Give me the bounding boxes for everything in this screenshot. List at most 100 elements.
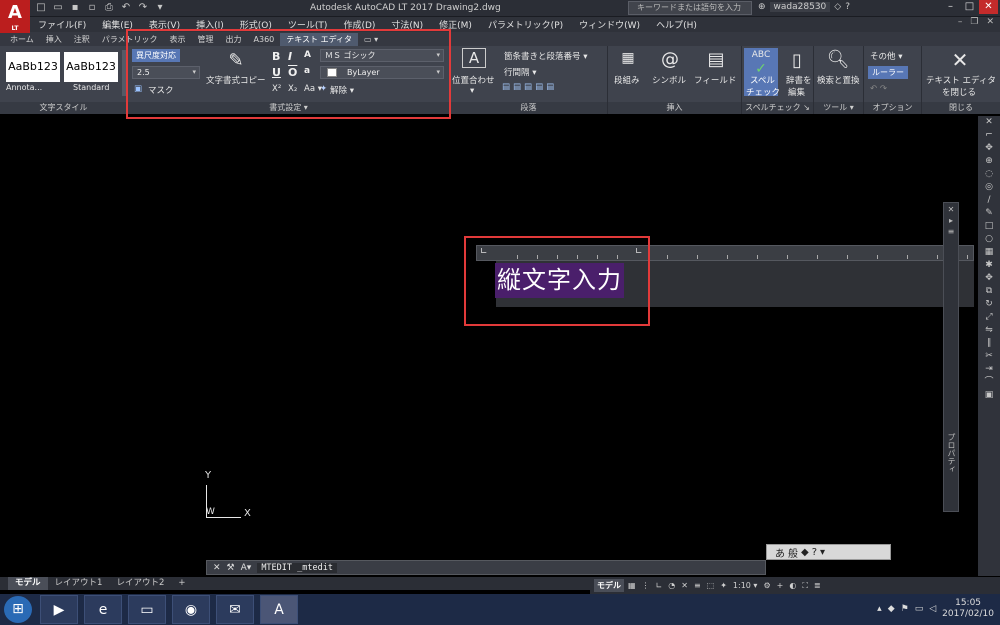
- superscript-button[interactable]: X²: [272, 84, 281, 94]
- maximize-icon[interactable]: □: [960, 0, 979, 14]
- ortho-icon[interactable]: ∟: [654, 581, 665, 590]
- more-options-button[interactable]: その他 ▾: [870, 50, 902, 62]
- columns-button[interactable]: 段組み: [614, 74, 640, 86]
- tab-insert[interactable]: 挿入: [40, 33, 68, 46]
- nav-arrow-icon[interactable]: ⌐: [978, 129, 1000, 142]
- tab-home[interactable]: ホーム: [4, 33, 40, 46]
- ime-help-icon[interactable]: ?: [812, 547, 817, 558]
- ime-tool-icon[interactable]: ◆: [801, 547, 809, 558]
- columns-icon[interactable]: ▦: [616, 50, 640, 66]
- alignment-buttons-icon[interactable]: ▤▤▤▤▤: [502, 82, 557, 92]
- close-editor-icon[interactable]: ✕: [948, 48, 972, 72]
- match-format-label[interactable]: 文字書式コピー: [206, 74, 266, 86]
- command-input[interactable]: MTEDIT _mtedit: [257, 562, 337, 573]
- search-input[interactable]: キーワードまたは語句を入力: [628, 1, 752, 15]
- clock[interactable]: 15:05 2017/02/10: [942, 598, 994, 620]
- layout-tab-2[interactable]: レイアウト2: [109, 577, 171, 590]
- print-icon[interactable]: ⎙: [102, 2, 116, 14]
- doc-minimize-icon[interactable]: –: [954, 17, 967, 27]
- tab-annotate[interactable]: 注釈: [68, 33, 96, 46]
- tab-text-editor[interactable]: テキスト エディタ: [280, 33, 359, 46]
- menu-view[interactable]: 表示(V): [141, 18, 188, 31]
- ime-mode-icon[interactable]: あ: [775, 545, 785, 560]
- layout-tab-model[interactable]: モデル: [8, 577, 48, 590]
- close-window-icon[interactable]: ✕: [979, 0, 998, 14]
- strikethrough-icon[interactable]: A: [304, 50, 311, 60]
- dictionary-label-2[interactable]: 編集: [788, 86, 805, 98]
- tray-network-icon[interactable]: ▭: [915, 604, 924, 614]
- bold-button[interactable]: B: [272, 50, 280, 63]
- nav-trim-icon[interactable]: ✂: [978, 350, 1000, 363]
- qat-dropdown-icon[interactable]: ▾: [153, 2, 167, 14]
- menu-format[interactable]: 形式(O): [232, 18, 280, 31]
- tab-more[interactable]: ▭ ▾: [358, 33, 384, 46]
- binoculars-icon[interactable]: ⊕: [758, 2, 766, 12]
- menu-dimension[interactable]: 寸法(N): [383, 18, 431, 31]
- indent-marker-right[interactable]: ∟: [635, 247, 643, 257]
- clear-format-button[interactable]: 解除 ▾: [330, 84, 354, 96]
- nav-hatch-icon[interactable]: ▦: [978, 246, 1000, 259]
- mask-button[interactable]: マスク: [148, 84, 174, 96]
- osnap-icon[interactable]: ✕: [679, 581, 690, 590]
- font-dropdown[interactable]: ＭＳ ゴシック ▾: [320, 49, 444, 62]
- menu-insert[interactable]: 挿入(I): [188, 18, 232, 31]
- selected-mtext[interactable]: 縦文字入力: [495, 263, 624, 298]
- oblique-icon[interactable]: a: [304, 66, 310, 76]
- close-editor-label-2[interactable]: を閉じる: [942, 86, 976, 98]
- media-player-icon[interactable]: ▶: [40, 595, 78, 624]
- ruler-toggle[interactable]: ルーラー: [868, 66, 908, 79]
- add-layout-button[interactable]: +: [171, 577, 192, 590]
- nav-close-icon[interactable]: ✕: [978, 116, 1000, 129]
- palette-autohide-icon[interactable]: ▸: [944, 216, 958, 225]
- tray-security-icon[interactable]: ◆: [888, 604, 895, 614]
- symbol-icon[interactable]: @: [658, 49, 682, 70]
- tab-manage[interactable]: 管理: [192, 33, 220, 46]
- palette-close-icon[interactable]: ✕: [944, 205, 958, 214]
- username-button[interactable]: wada28530: [769, 2, 831, 12]
- panel-title-format[interactable]: 書式設定 ▾: [128, 102, 449, 114]
- underline-button[interactable]: U: [272, 66, 281, 79]
- style-card-standard[interactable]: AaBb123: [64, 52, 118, 82]
- tab-view[interactable]: 表示: [164, 33, 192, 46]
- field-icon[interactable]: ▤: [704, 49, 728, 70]
- justify-label[interactable]: 位置合わせ: [452, 74, 495, 86]
- isolate-icon[interactable]: ◐: [787, 581, 798, 590]
- nav-offset-icon[interactable]: ∥: [978, 337, 1000, 350]
- properties-palette[interactable]: ✕ ▸ ≡ プロパティ: [943, 202, 959, 512]
- minimize-icon[interactable]: –: [941, 0, 960, 14]
- nav-scale-icon[interactable]: ⤢: [978, 311, 1000, 324]
- tray-volume-icon[interactable]: ◁: [929, 604, 936, 614]
- fullscreen-icon[interactable]: ⛶: [800, 581, 810, 591]
- justify-dropdown-icon[interactable]: ▾: [470, 86, 474, 96]
- subscript-button[interactable]: X₂: [288, 84, 297, 94]
- ime-kanji-icon[interactable]: 般: [788, 545, 798, 560]
- dictionary-icon[interactable]: ▯: [786, 50, 808, 71]
- plus-icon[interactable]: +: [775, 581, 786, 590]
- open-file-icon[interactable]: ▭: [51, 2, 65, 14]
- snap-icon[interactable]: ⋮: [640, 581, 652, 590]
- menu-window[interactable]: ウィンドウ(W): [571, 18, 648, 31]
- text-height-field[interactable]: 2.5 ▾: [132, 66, 200, 79]
- tray-flag-icon[interactable]: ⚑: [901, 604, 909, 614]
- find-replace-button[interactable]: 検索と置換: [817, 74, 860, 86]
- nav-fillet-icon[interactable]: ⌒: [978, 376, 1000, 389]
- ime-language-bar[interactable]: あ 般 ◆ ? ▾: [766, 544, 891, 560]
- doc-close-icon[interactable]: ✕: [982, 17, 998, 27]
- undo-icon[interactable]: ↶: [119, 2, 133, 14]
- menu-tools[interactable]: ツール(T): [280, 18, 336, 31]
- cmd-wrench-icon[interactable]: ⚒: [227, 563, 235, 573]
- tab-output[interactable]: 出力: [220, 33, 248, 46]
- save-as-icon[interactable]: ▫: [85, 2, 99, 14]
- autocad-taskbar-icon[interactable]: A: [260, 595, 298, 624]
- customize-icon[interactable]: ≣: [812, 581, 823, 590]
- ime-caps-icon[interactable]: ▾: [820, 547, 825, 558]
- dictionary-label-1[interactable]: 辞書を: [786, 74, 812, 86]
- cmd-close-icon[interactable]: ✕: [213, 563, 221, 573]
- save-icon[interactable]: ▪: [68, 2, 82, 14]
- workspace-gear-icon[interactable]: ⚙: [761, 581, 772, 590]
- nav-mirror-icon[interactable]: ⇋: [978, 324, 1000, 337]
- nav-copy-icon[interactable]: ⧉: [978, 285, 1000, 298]
- tab-parametric[interactable]: パラメトリック: [96, 33, 164, 46]
- nav-steer-icon[interactable]: ◎: [978, 181, 1000, 194]
- panel-title-spell-check[interactable]: スペルチェック ↘: [742, 102, 813, 114]
